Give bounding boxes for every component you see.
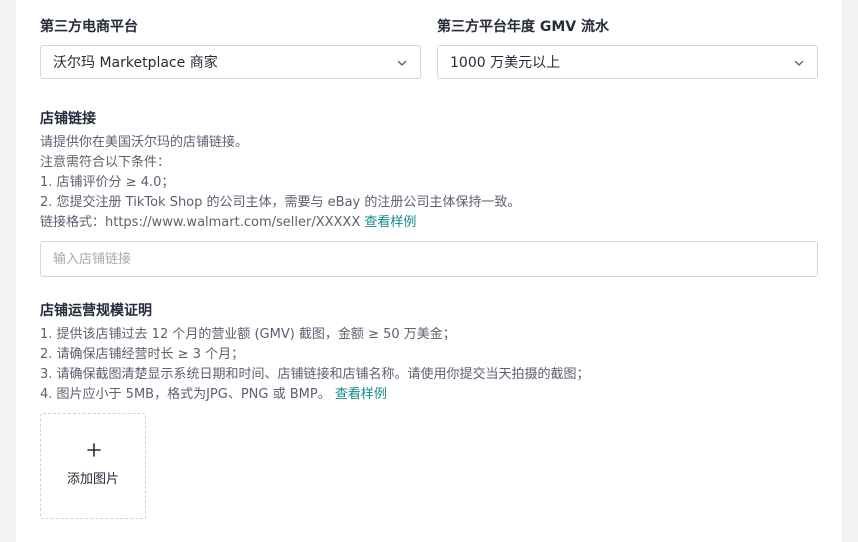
store-link-format-line: 链接格式：https://www.walmart.com/seller/XXXX… [40,213,520,233]
platform-select-value: 沃尔玛 Marketplace 商家 [53,55,218,71]
store-link-format-text: 链接格式：https://www.walmart.com/seller/XXXX… [40,215,365,230]
scale-proof-example-link[interactable]: 查看样例 [335,387,387,402]
scale-proof-label: 店铺运营规模证明 [40,303,152,319]
store-link-desc-line: 1. 店铺评价分 ≥ 4.0； [40,175,175,190]
chevron-down-icon [794,60,804,66]
platform-label: 第三方电商平台 [40,19,138,35]
scale-proof-desc-line: 3. 请确保截图清楚显示系统日期和时间、店铺链接和店铺名称。请使用你提交当天拍摄… [40,367,590,382]
scale-proof-desc-line: 1. 提供该店铺过去 12 个月的营业额 (GMV) 截图，金额 ≥ 50 万美… [40,327,456,342]
plus-icon [87,443,101,457]
scale-proof-description: 1. 提供该店铺过去 12 个月的营业额 (GMV) 截图，金额 ≥ 50 万美… [40,325,590,405]
store-link-desc-line: 请提供你在美国沃尔玛的店铺链接。 [40,135,249,150]
form-card: 第三方电商平台 沃尔玛 Marketplace 商家 第三方平台年度 GMV 流… [16,0,842,542]
store-link-example-link[interactable]: 查看样例 [364,215,416,230]
scale-proof-last-text: 4. 图片应小于 5MB，格式为JPG、PNG 或 BMP。 [40,387,335,402]
gmv-select-value: 1000 万美元以上 [450,55,561,71]
gmv-label: 第三方平台年度 GMV 流水 [437,19,610,35]
store-link-input[interactable] [40,241,818,277]
add-image-label: 添加图片 [66,472,119,487]
store-link-desc-line: 2. 您提交注册 TikTok Shop 的公司主体，需要与 eBay 的注册公… [40,195,521,210]
store-link-description: 请提供你在美国沃尔玛的店铺链接。 注意需符合以下条件： 1. 店铺评价分 ≥ 4… [40,133,520,233]
store-link-desc-line: 注意需符合以下条件： [40,155,171,170]
gmv-select[interactable]: 1000 万美元以上 [437,45,818,79]
add-image-upload-button[interactable]: 添加图片 [40,413,146,519]
chevron-down-icon [397,60,407,66]
scale-proof-desc-line: 2. 请确保店铺经营时长 ≥ 3 个月； [40,347,245,362]
store-link-label: 店铺链接 [40,111,96,127]
platform-select[interactable]: 沃尔玛 Marketplace 商家 [40,45,421,79]
scale-proof-last-line: 4. 图片应小于 5MB，格式为JPG、PNG 或 BMP。 查看样例 [40,385,590,405]
